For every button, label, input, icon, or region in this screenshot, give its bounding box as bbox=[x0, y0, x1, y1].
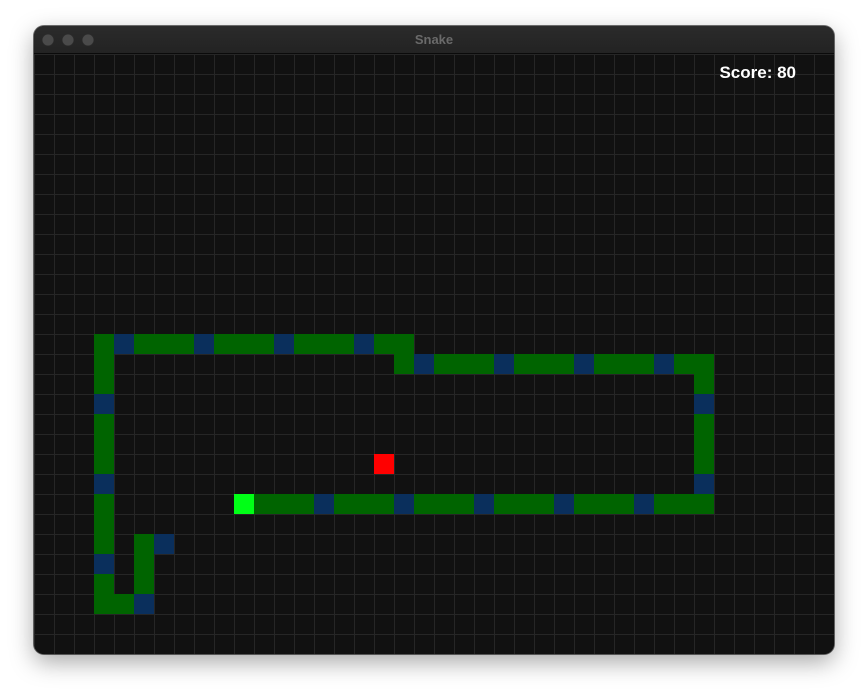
snake-segment bbox=[134, 554, 154, 574]
snake-head bbox=[234, 494, 254, 514]
snake-segment bbox=[694, 374, 714, 394]
snake-segment bbox=[634, 354, 654, 374]
snake-segment bbox=[554, 494, 574, 514]
snake-segment bbox=[94, 534, 114, 554]
snake-segment bbox=[254, 494, 274, 514]
snake-segment bbox=[94, 574, 114, 594]
snake-segment bbox=[414, 494, 434, 514]
snake-segment bbox=[614, 354, 634, 374]
snake-segment bbox=[134, 534, 154, 554]
food-item bbox=[374, 454, 394, 474]
snake-segment bbox=[314, 494, 334, 514]
snake-segment bbox=[694, 414, 714, 434]
snake-segment bbox=[514, 354, 534, 374]
snake-segment bbox=[394, 354, 414, 374]
snake-segment bbox=[554, 354, 574, 374]
snake-segment bbox=[634, 494, 654, 514]
snake-segment bbox=[94, 454, 114, 474]
game-board[interactable]: Score: 80 bbox=[34, 54, 834, 654]
snake-segment bbox=[94, 594, 114, 614]
snake-segment bbox=[134, 334, 154, 354]
snake-segment bbox=[694, 394, 714, 414]
snake-segment bbox=[674, 354, 694, 374]
snake-segment bbox=[114, 334, 134, 354]
snake-segment bbox=[454, 354, 474, 374]
snake-segment bbox=[534, 494, 554, 514]
snake-segment bbox=[154, 534, 174, 554]
snake-segment bbox=[414, 354, 434, 374]
snake-segment bbox=[574, 494, 594, 514]
snake-segment bbox=[394, 334, 414, 354]
snake-segment bbox=[94, 494, 114, 514]
snake-segment bbox=[274, 494, 294, 514]
snake-segment bbox=[314, 334, 334, 354]
snake-segment bbox=[614, 494, 634, 514]
snake-segment bbox=[94, 554, 114, 574]
snake-segment bbox=[194, 334, 214, 354]
snake-segment bbox=[514, 494, 534, 514]
snake-segment bbox=[474, 354, 494, 374]
snake-segment bbox=[694, 354, 714, 374]
score-label: Score: 80 bbox=[719, 63, 796, 82]
snake-segment bbox=[274, 334, 294, 354]
snake-segment bbox=[474, 494, 494, 514]
snake-segment bbox=[134, 574, 154, 594]
snake-segment bbox=[334, 334, 354, 354]
snake-segment bbox=[94, 354, 114, 374]
snake-segment bbox=[94, 514, 114, 534]
snake-segment bbox=[114, 594, 134, 614]
game-window: Snake Score: 80 bbox=[34, 26, 834, 654]
snake-segment bbox=[334, 494, 354, 514]
snake-segment bbox=[134, 594, 154, 614]
snake-segment bbox=[294, 334, 314, 354]
snake-segment bbox=[374, 334, 394, 354]
snake-segment bbox=[694, 474, 714, 494]
snake-segment bbox=[94, 414, 114, 434]
snake-segment bbox=[374, 494, 394, 514]
snake-segment bbox=[94, 374, 114, 394]
snake-segment bbox=[94, 394, 114, 414]
snake-segment bbox=[694, 494, 714, 514]
snake-segment bbox=[254, 334, 274, 354]
snake-segment bbox=[434, 494, 454, 514]
snake-segment bbox=[234, 334, 254, 354]
snake-segment bbox=[654, 494, 674, 514]
snake-segment bbox=[174, 334, 194, 354]
snake-segment bbox=[674, 494, 694, 514]
window-title: Snake bbox=[414, 32, 454, 47]
snake-segment bbox=[694, 454, 714, 474]
snake-segment bbox=[94, 434, 114, 454]
snake-segment bbox=[534, 354, 554, 374]
snake-segment bbox=[594, 354, 614, 374]
snake-segment bbox=[654, 354, 674, 374]
snake-segment bbox=[354, 494, 374, 514]
snake-segment bbox=[94, 474, 114, 494]
snake-segment bbox=[454, 494, 474, 514]
snake-segment bbox=[694, 434, 714, 454]
snake-segment bbox=[354, 334, 374, 354]
snake-segment bbox=[394, 494, 414, 514]
snake-segment bbox=[434, 354, 454, 374]
title-bar[interactable]: Snake bbox=[34, 26, 834, 54]
snake-segment bbox=[294, 494, 314, 514]
snake-segment bbox=[494, 354, 514, 374]
snake-segment bbox=[214, 334, 234, 354]
snake-segment bbox=[494, 494, 514, 514]
snake-segment bbox=[594, 494, 614, 514]
snake-segment bbox=[154, 334, 174, 354]
snake-segment bbox=[94, 334, 114, 354]
snake-segment bbox=[574, 354, 594, 374]
